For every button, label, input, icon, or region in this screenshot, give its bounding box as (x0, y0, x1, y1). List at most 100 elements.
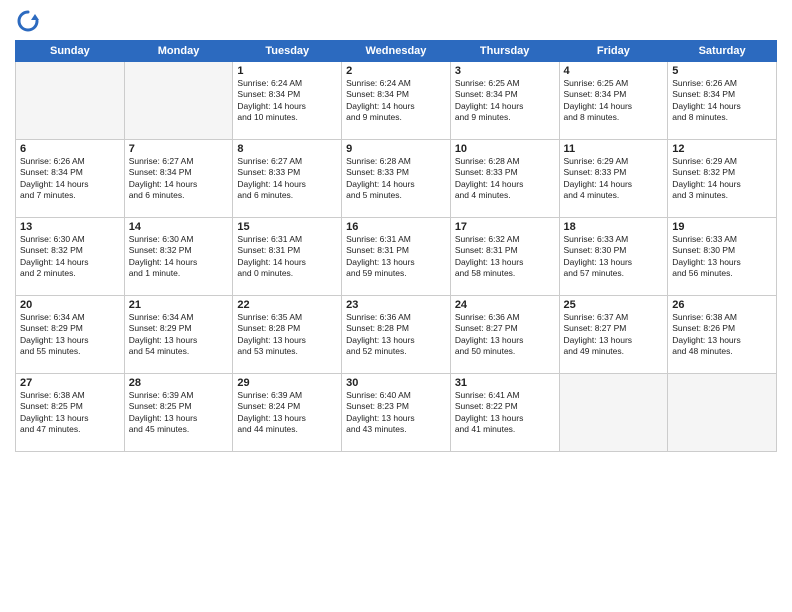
calendar-cell: 5Sunrise: 6:26 AMSunset: 8:34 PMDaylight… (668, 62, 777, 140)
weekday-header-monday: Monday (124, 41, 233, 62)
day-info: Sunrise: 6:30 AMSunset: 8:32 PMDaylight:… (20, 234, 120, 280)
calendar-cell: 21Sunrise: 6:34 AMSunset: 8:29 PMDayligh… (124, 296, 233, 374)
day-number: 31 (455, 377, 555, 389)
calendar-cell: 28Sunrise: 6:39 AMSunset: 8:25 PMDayligh… (124, 374, 233, 452)
calendar-cell: 24Sunrise: 6:36 AMSunset: 8:27 PMDayligh… (450, 296, 559, 374)
header (15, 10, 777, 32)
week-row-2: 6Sunrise: 6:26 AMSunset: 8:34 PMDaylight… (16, 140, 777, 218)
day-number: 12 (672, 143, 772, 155)
day-info: Sunrise: 6:38 AMSunset: 8:26 PMDaylight:… (672, 312, 772, 358)
day-info: Sunrise: 6:26 AMSunset: 8:34 PMDaylight:… (672, 78, 772, 124)
weekday-header-thursday: Thursday (450, 41, 559, 62)
day-info: Sunrise: 6:37 AMSunset: 8:27 PMDaylight:… (564, 312, 664, 358)
day-number: 28 (129, 377, 229, 389)
day-number: 16 (346, 221, 446, 233)
day-info: Sunrise: 6:33 AMSunset: 8:30 PMDaylight:… (672, 234, 772, 280)
day-number: 13 (20, 221, 120, 233)
calendar-cell: 6Sunrise: 6:26 AMSunset: 8:34 PMDaylight… (16, 140, 125, 218)
weekday-header-wednesday: Wednesday (342, 41, 451, 62)
day-info: Sunrise: 6:39 AMSunset: 8:25 PMDaylight:… (129, 390, 229, 436)
logo (15, 10, 39, 32)
day-number: 8 (237, 143, 337, 155)
day-info: Sunrise: 6:30 AMSunset: 8:32 PMDaylight:… (129, 234, 229, 280)
calendar-cell: 27Sunrise: 6:38 AMSunset: 8:25 PMDayligh… (16, 374, 125, 452)
calendar-table: SundayMondayTuesdayWednesdayThursdayFrid… (15, 40, 777, 452)
week-row-3: 13Sunrise: 6:30 AMSunset: 8:32 PMDayligh… (16, 218, 777, 296)
day-info: Sunrise: 6:36 AMSunset: 8:27 PMDaylight:… (455, 312, 555, 358)
week-row-1: 1Sunrise: 6:24 AMSunset: 8:34 PMDaylight… (16, 62, 777, 140)
day-number: 11 (564, 143, 664, 155)
calendar-cell: 7Sunrise: 6:27 AMSunset: 8:34 PMDaylight… (124, 140, 233, 218)
day-info: Sunrise: 6:34 AMSunset: 8:29 PMDaylight:… (129, 312, 229, 358)
day-info: Sunrise: 6:31 AMSunset: 8:31 PMDaylight:… (346, 234, 446, 280)
calendar-cell: 29Sunrise: 6:39 AMSunset: 8:24 PMDayligh… (233, 374, 342, 452)
day-info: Sunrise: 6:40 AMSunset: 8:23 PMDaylight:… (346, 390, 446, 436)
calendar-cell: 26Sunrise: 6:38 AMSunset: 8:26 PMDayligh… (668, 296, 777, 374)
week-row-5: 27Sunrise: 6:38 AMSunset: 8:25 PMDayligh… (16, 374, 777, 452)
calendar-cell: 18Sunrise: 6:33 AMSunset: 8:30 PMDayligh… (559, 218, 668, 296)
day-info: Sunrise: 6:29 AMSunset: 8:33 PMDaylight:… (564, 156, 664, 202)
day-info: Sunrise: 6:36 AMSunset: 8:28 PMDaylight:… (346, 312, 446, 358)
day-info: Sunrise: 6:24 AMSunset: 8:34 PMDaylight:… (237, 78, 337, 124)
page: SundayMondayTuesdayWednesdayThursdayFrid… (0, 0, 792, 612)
day-info: Sunrise: 6:29 AMSunset: 8:32 PMDaylight:… (672, 156, 772, 202)
weekday-header-friday: Friday (559, 41, 668, 62)
calendar-cell: 2Sunrise: 6:24 AMSunset: 8:34 PMDaylight… (342, 62, 451, 140)
calendar-cell: 19Sunrise: 6:33 AMSunset: 8:30 PMDayligh… (668, 218, 777, 296)
calendar-cell: 4Sunrise: 6:25 AMSunset: 8:34 PMDaylight… (559, 62, 668, 140)
calendar-cell (559, 374, 668, 452)
weekday-header-sunday: Sunday (16, 41, 125, 62)
calendar-cell: 20Sunrise: 6:34 AMSunset: 8:29 PMDayligh… (16, 296, 125, 374)
day-number: 4 (564, 65, 664, 77)
calendar-cell: 30Sunrise: 6:40 AMSunset: 8:23 PMDayligh… (342, 374, 451, 452)
day-number: 25 (564, 299, 664, 311)
day-number: 5 (672, 65, 772, 77)
day-number: 6 (20, 143, 120, 155)
day-info: Sunrise: 6:34 AMSunset: 8:29 PMDaylight:… (20, 312, 120, 358)
day-number: 2 (346, 65, 446, 77)
calendar-cell: 15Sunrise: 6:31 AMSunset: 8:31 PMDayligh… (233, 218, 342, 296)
day-info: Sunrise: 6:33 AMSunset: 8:30 PMDaylight:… (564, 234, 664, 280)
day-info: Sunrise: 6:35 AMSunset: 8:28 PMDaylight:… (237, 312, 337, 358)
day-number: 14 (129, 221, 229, 233)
calendar-cell: 14Sunrise: 6:30 AMSunset: 8:32 PMDayligh… (124, 218, 233, 296)
day-number: 9 (346, 143, 446, 155)
weekday-header-row: SundayMondayTuesdayWednesdayThursdayFrid… (16, 41, 777, 62)
calendar-cell: 11Sunrise: 6:29 AMSunset: 8:33 PMDayligh… (559, 140, 668, 218)
weekday-header-tuesday: Tuesday (233, 41, 342, 62)
day-info: Sunrise: 6:25 AMSunset: 8:34 PMDaylight:… (564, 78, 664, 124)
calendar-cell (668, 374, 777, 452)
day-number: 20 (20, 299, 120, 311)
calendar-cell: 12Sunrise: 6:29 AMSunset: 8:32 PMDayligh… (668, 140, 777, 218)
day-number: 30 (346, 377, 446, 389)
calendar-cell (16, 62, 125, 140)
day-number: 15 (237, 221, 337, 233)
day-number: 7 (129, 143, 229, 155)
calendar-cell: 9Sunrise: 6:28 AMSunset: 8:33 PMDaylight… (342, 140, 451, 218)
calendar-cell: 22Sunrise: 6:35 AMSunset: 8:28 PMDayligh… (233, 296, 342, 374)
day-number: 18 (564, 221, 664, 233)
day-number: 3 (455, 65, 555, 77)
calendar-cell: 31Sunrise: 6:41 AMSunset: 8:22 PMDayligh… (450, 374, 559, 452)
day-info: Sunrise: 6:38 AMSunset: 8:25 PMDaylight:… (20, 390, 120, 436)
day-number: 24 (455, 299, 555, 311)
calendar-cell: 10Sunrise: 6:28 AMSunset: 8:33 PMDayligh… (450, 140, 559, 218)
day-info: Sunrise: 6:28 AMSunset: 8:33 PMDaylight:… (455, 156, 555, 202)
calendar-cell: 1Sunrise: 6:24 AMSunset: 8:34 PMDaylight… (233, 62, 342, 140)
day-info: Sunrise: 6:31 AMSunset: 8:31 PMDaylight:… (237, 234, 337, 280)
logo-icon (17, 10, 39, 32)
day-number: 19 (672, 221, 772, 233)
day-info: Sunrise: 6:32 AMSunset: 8:31 PMDaylight:… (455, 234, 555, 280)
day-number: 27 (20, 377, 120, 389)
weekday-header-saturday: Saturday (668, 41, 777, 62)
day-info: Sunrise: 6:27 AMSunset: 8:33 PMDaylight:… (237, 156, 337, 202)
day-number: 23 (346, 299, 446, 311)
day-number: 29 (237, 377, 337, 389)
day-info: Sunrise: 6:39 AMSunset: 8:24 PMDaylight:… (237, 390, 337, 436)
day-info: Sunrise: 6:24 AMSunset: 8:34 PMDaylight:… (346, 78, 446, 124)
week-row-4: 20Sunrise: 6:34 AMSunset: 8:29 PMDayligh… (16, 296, 777, 374)
calendar-cell: 17Sunrise: 6:32 AMSunset: 8:31 PMDayligh… (450, 218, 559, 296)
day-info: Sunrise: 6:27 AMSunset: 8:34 PMDaylight:… (129, 156, 229, 202)
calendar-body: 1Sunrise: 6:24 AMSunset: 8:34 PMDaylight… (16, 62, 777, 452)
day-info: Sunrise: 6:41 AMSunset: 8:22 PMDaylight:… (455, 390, 555, 436)
